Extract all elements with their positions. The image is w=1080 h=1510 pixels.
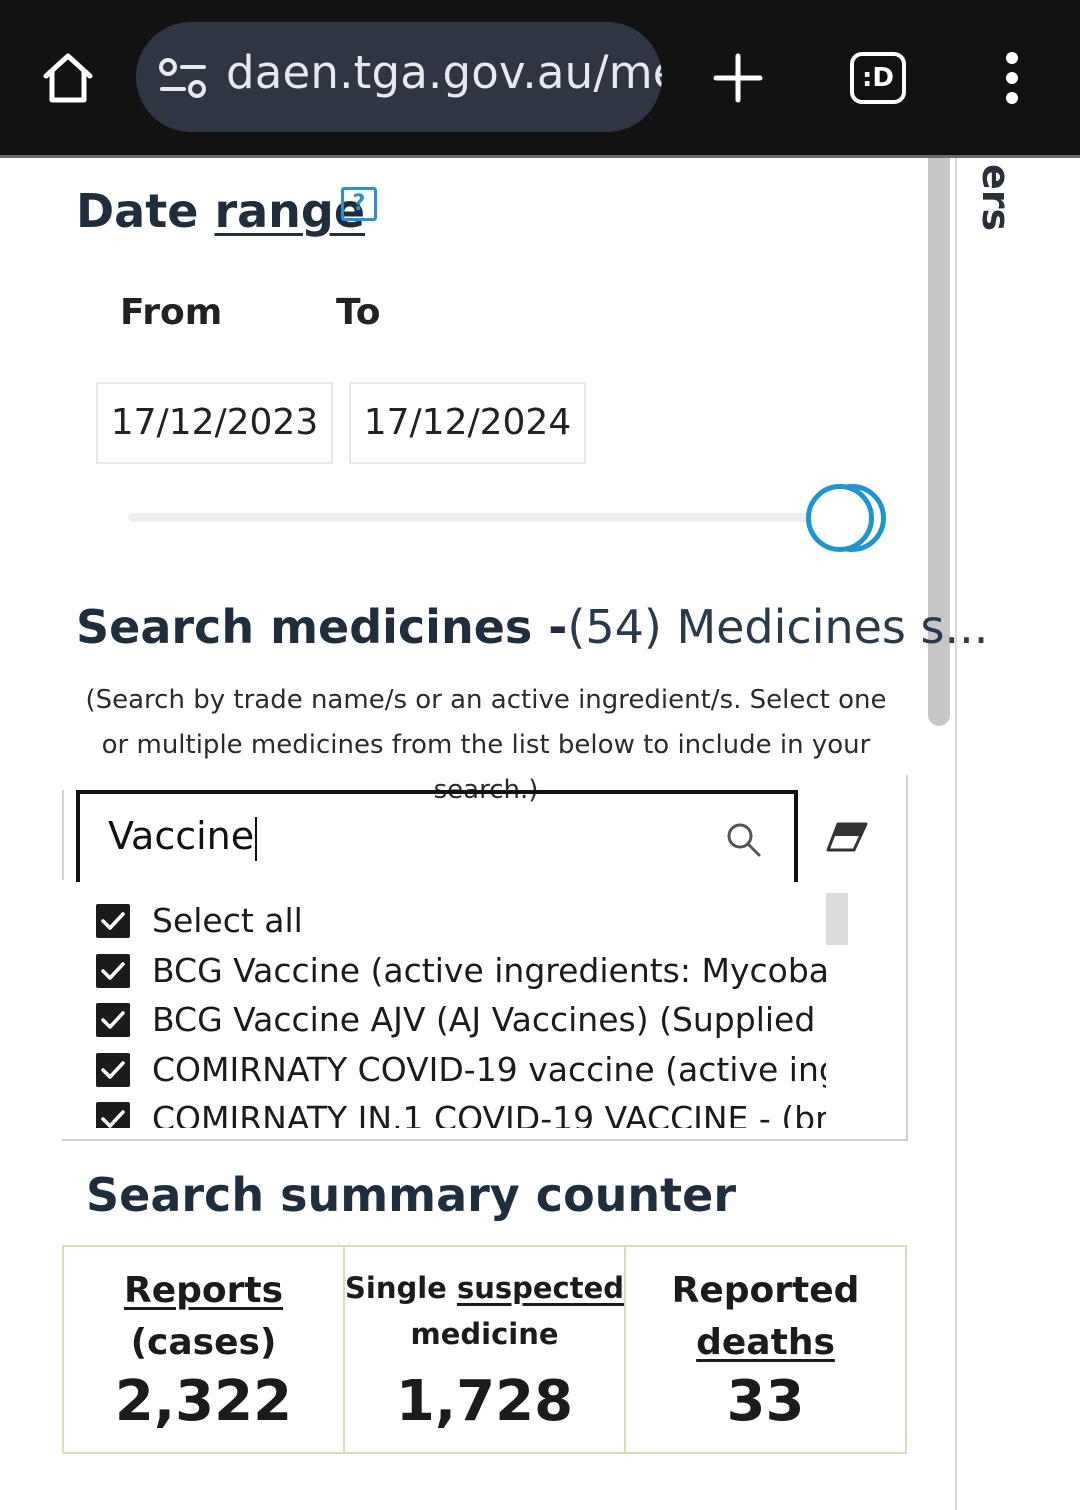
help-icon[interactable]: ? xyxy=(341,187,377,221)
reports-cell: Reports (cases) 2,322 xyxy=(64,1247,345,1452)
panel-border xyxy=(62,790,64,880)
checkbox-checked[interactable] xyxy=(96,1003,130,1037)
summary-heading: Search summary counter xyxy=(86,1168,737,1222)
single-suspected-value: 1,728 xyxy=(395,1369,574,1434)
slider-handle-start[interactable] xyxy=(806,484,874,552)
tab-switcher-button[interactable]: :D xyxy=(850,52,906,104)
side-panel-tab[interactable]: ers xyxy=(974,164,1018,231)
single-label-medicine: medicine xyxy=(410,1317,559,1351)
reports-sublabel: (cases) xyxy=(130,1322,277,1363)
summary-counter: Reports (cases) 2,322 Single suspected m… xyxy=(62,1245,907,1454)
url-text: daen.tga.gov.au/mec xyxy=(226,46,662,99)
new-tab-icon[interactable] xyxy=(708,48,768,108)
deaths-value: 33 xyxy=(726,1369,805,1434)
to-label: To xyxy=(336,292,381,333)
list-item[interactable]: BCG Vaccine (active ingredients: Mycobac… xyxy=(96,948,826,998)
single-label-text: Single xyxy=(345,1271,457,1305)
list-item[interactable]: COMIRNATY COVID-19 vaccine (active ingr.… xyxy=(96,1047,826,1097)
single-suspected-cell: Single suspected medicine 1,728 xyxy=(345,1247,626,1452)
deaths-label-text: Reported xyxy=(671,1270,860,1311)
date-range-slider[interactable] xyxy=(128,513,828,522)
medicines-selected-count: (54) Medicines s... xyxy=(567,600,989,654)
list-item[interactable]: COMIRNATY JN.1 COVID-19 VACCINE - (bre xyxy=(96,1096,826,1128)
checkbox-checked[interactable] xyxy=(96,1052,130,1087)
list-item[interactable]: Select all xyxy=(96,898,826,948)
list-item-label: COMIRNATY COVID-19 vaccine (active ingr.… xyxy=(152,1049,826,1089)
from-date-input[interactable]: 17/12/2023 xyxy=(96,382,333,464)
home-icon[interactable] xyxy=(38,48,98,108)
date-range-heading: Date range xyxy=(76,184,365,238)
single-suspected-label: Single suspected medicine xyxy=(345,1265,624,1357)
eraser-icon[interactable] xyxy=(824,820,870,854)
deaths-label: Reported deaths xyxy=(626,1265,905,1369)
deaths-link[interactable]: deaths xyxy=(696,1322,835,1363)
deaths-cell: Reported deaths 33 xyxy=(626,1247,905,1452)
reports-label: Reports (cases) xyxy=(64,1265,343,1369)
list-item-label: Select all xyxy=(152,901,303,940)
medicine-list: Select all BCG Vaccine (active ingredien… xyxy=(96,898,826,1128)
site-settings-icon[interactable] xyxy=(158,56,208,100)
date-range-heading-text: Date xyxy=(76,184,215,238)
search-icon[interactable] xyxy=(726,822,762,858)
list-scrollbar[interactable] xyxy=(826,893,848,945)
checkbox-checked[interactable] xyxy=(96,953,130,988)
list-item-label: BCG Vaccine AJV (AJ Vaccines) (Supplied … xyxy=(152,1000,826,1039)
search-medicines-title: Search medicines - xyxy=(76,600,568,654)
address-bar[interactable]: daen.tga.gov.au/mec xyxy=(136,22,662,132)
toolbar-divider xyxy=(0,155,1080,158)
checkbox-checked[interactable] xyxy=(96,1102,130,1128)
browser-toolbar: daen.tga.gov.au/mec :D xyxy=(0,0,1080,156)
panel-divider xyxy=(955,158,957,1510)
list-item-label: COMIRNATY JN.1 COVID-19 VACCINE - (bre xyxy=(152,1099,826,1128)
search-medicines-heading: Search medicines -(54) Medicines s... xyxy=(76,600,988,654)
from-label: From xyxy=(120,292,223,333)
suspected-link[interactable]: suspected xyxy=(457,1271,624,1305)
search-query[interactable]: Vaccine xyxy=(108,814,258,861)
reports-link[interactable]: Reports xyxy=(124,1270,283,1311)
list-item-label: BCG Vaccine (active ingredients: Mycobac… xyxy=(152,950,826,990)
text-caret xyxy=(255,816,258,861)
checkbox-checked[interactable] xyxy=(96,904,130,938)
search-query-text: Vaccine xyxy=(108,814,255,858)
to-date-input[interactable]: 17/12/2024 xyxy=(349,382,586,464)
more-menu-icon[interactable] xyxy=(990,48,1034,108)
reports-value: 2,322 xyxy=(114,1369,293,1434)
list-item[interactable]: BCG Vaccine AJV (AJ Vaccines) (Supplied … xyxy=(96,997,826,1047)
